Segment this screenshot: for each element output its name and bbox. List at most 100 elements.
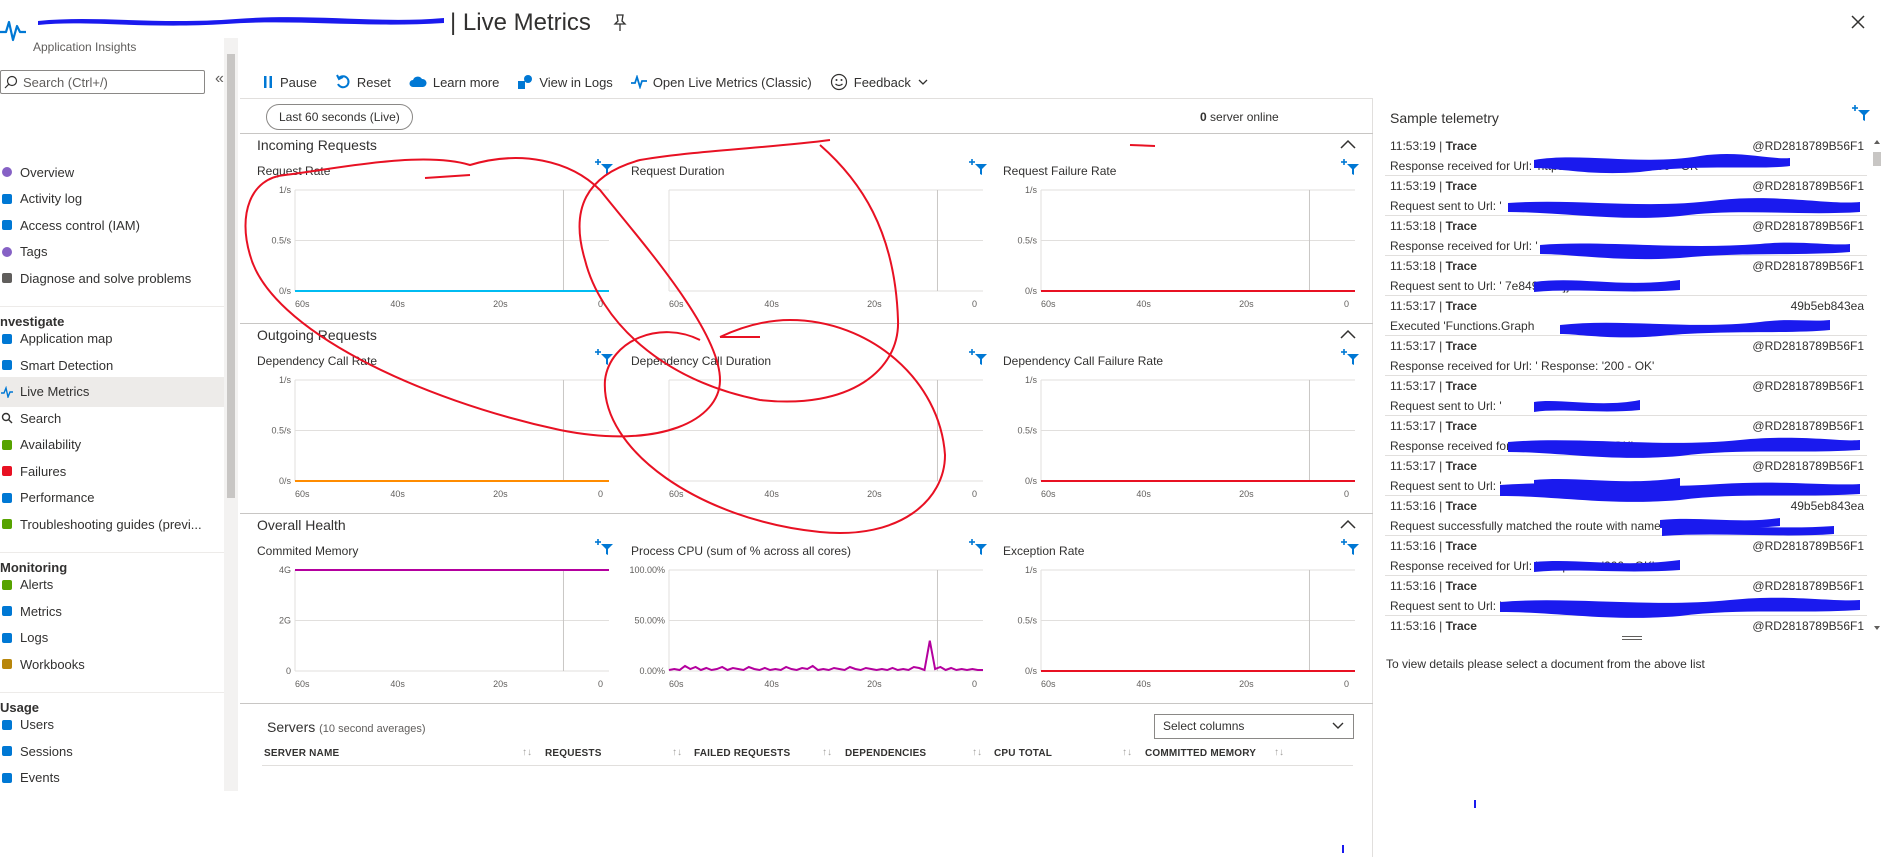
menu-item-application-map[interactable]: Application map — [0, 324, 224, 354]
filter-icon[interactable] — [1341, 348, 1361, 366]
telemetry-resize-handle[interactable] — [1622, 636, 1642, 640]
select-columns-dropdown[interactable]: Select columns — [1154, 714, 1354, 739]
section-incoming-requests: Incoming Requests — [257, 137, 377, 153]
column-header-dependencies[interactable]: DEPENDENCIES — [845, 748, 926, 759]
telemetry-item[interactable]: 11:53:19 | Trace @RD2818789B56F1 Response … — [1385, 136, 1867, 176]
menu-scrollbar-thumb[interactable] — [227, 54, 235, 498]
telemetry-scrollbar-thumb[interactable] — [1873, 152, 1881, 166]
menu-item-troubleshooting-guides-previ[interactable]: Troubleshooting guides (previ... — [0, 509, 224, 539]
menu-item-access-control-iam[interactable]: Access control (IAM) — [0, 210, 224, 240]
sort-arrows-icon[interactable]: ↑↓ — [672, 747, 682, 758]
sort-arrows-icon[interactable]: ↑↓ — [1274, 747, 1284, 758]
telemetry-server: @RD2818789B56F1 — [1752, 419, 1864, 433]
telemetry-item[interactable]: 11:53:19 | Trace @RD2818789B56F1 Request s… — [1385, 176, 1867, 216]
telemetry-item[interactable]: 11:53:16 | Trace @RD2818789B56F1 — [1385, 616, 1867, 636]
chart-y-tick: 1/s — [279, 375, 292, 385]
telemetry-type: Trace — [1445, 219, 1477, 233]
filter-icon[interactable] — [595, 538, 615, 556]
sort-arrows-icon[interactable]: ↑↓ — [822, 747, 832, 758]
scroll-up-icon[interactable] — [1870, 136, 1884, 148]
telemetry-type: Trace — [1445, 579, 1477, 593]
menu-item-sessions[interactable]: Sessions — [0, 736, 224, 766]
collapse-menu-icon[interactable]: « — [215, 70, 224, 88]
telemetry-item[interactable]: 11:53:17 | Trace 49b5eb843ea Executed 'Fun… — [1385, 296, 1867, 336]
menu-item-performance[interactable]: Performance — [0, 483, 224, 513]
telemetry-item[interactable]: 11:53:16 | Trace @RD2818789B56F1 Request s… — [1385, 576, 1867, 616]
telemetry-time-value: 11:53:17 — [1390, 339, 1436, 353]
menu-item-events[interactable]: Events — [0, 763, 224, 793]
filter-icon[interactable] — [1341, 158, 1361, 176]
collapse-outgoing-chevron-icon[interactable] — [1339, 328, 1357, 340]
menu-search-input[interactable]: Search (Ctrl+/) — [0, 70, 205, 94]
filter-icon[interactable] — [1341, 538, 1361, 556]
telemetry-time: 11:53:18 | Trace — [1390, 259, 1477, 273]
chart-y-tick: 1/s — [1025, 375, 1038, 385]
chart-x-tick: 60s — [669, 299, 684, 309]
menu-item-availability[interactable]: Availability — [0, 430, 224, 460]
learn-more-button[interactable]: Learn more — [409, 75, 499, 90]
telemetry-item[interactable]: 11:53:17 | Trace @RD2818789B56F1 Request s… — [1385, 376, 1867, 416]
open-live-metrics-classic-button[interactable]: Open Live Metrics (Classic) — [630, 75, 812, 90]
telemetry-item[interactable]: 11:53:16 | Trace @RD2818789B56F1 Response … — [1385, 536, 1867, 576]
filter-icon[interactable] — [595, 158, 615, 176]
menu-item-workbooks[interactable]: Workbooks — [0, 649, 224, 679]
sort-arrows-icon[interactable]: ↑↓ — [972, 747, 982, 758]
menu-separator — [0, 691, 224, 693]
scroll-down-icon[interactable] — [1870, 622, 1884, 634]
telemetry-server: @RD2818789B56F1 — [1752, 339, 1864, 353]
telemetry-scrollbar[interactable] — [1870, 136, 1884, 636]
chart-x-tick: 20s — [867, 489, 882, 499]
column-header-server-name[interactable]: SERVER NAME — [264, 748, 339, 759]
menu-item-logs[interactable]: Logs — [0, 623, 224, 653]
menu-scrollbar[interactable] — [224, 38, 238, 791]
filter-icon[interactable] — [969, 158, 989, 176]
menu-item-smart-detection[interactable]: Smart Detection — [0, 350, 224, 380]
time-range-pill[interactable]: Last 60 seconds (Live) — [266, 104, 413, 130]
menu-item-failures[interactable]: Failures — [0, 456, 224, 486]
column-header-cpu-total[interactable]: CPU TOTAL — [994, 748, 1052, 759]
menu-item-alerts[interactable]: Alerts — [0, 570, 224, 600]
telemetry-time: 11:53:16 | Trace — [1390, 539, 1477, 553]
live-metrics-logo-icon — [0, 20, 26, 42]
servers-title: Servers (10 second averages) — [267, 719, 426, 735]
telemetry-item[interactable]: 11:53:16 | Trace 49b5eb843ea Request succe… — [1385, 496, 1867, 536]
collapse-health-chevron-icon[interactable] — [1339, 518, 1357, 530]
reset-button[interactable]: Reset — [335, 74, 391, 90]
menu-item-users[interactable]: Users — [0, 710, 224, 740]
column-header-requests[interactable]: REQUESTS — [545, 748, 602, 759]
menu-item-activity-log[interactable]: Activity log — [0, 184, 224, 214]
menu-item-overview[interactable]: Overview — [0, 157, 224, 187]
menu-item-tags[interactable]: Tags — [0, 237, 224, 267]
chart-x-tick: 0 — [1344, 299, 1349, 309]
close-icon[interactable] — [1848, 12, 1868, 32]
column-header-committed-memory[interactable]: COMMITTED MEMORY — [1145, 748, 1256, 759]
menu-item-label: Logs — [20, 630, 49, 645]
view-in-logs-button[interactable]: View in Logs — [517, 74, 613, 90]
filter-icon[interactable] — [969, 348, 989, 366]
feedback-button[interactable]: Feedback — [830, 73, 935, 91]
menu-item-live-metrics[interactable]: Live Metrics — [0, 376, 224, 407]
sort-arrows-icon[interactable]: ↑↓ — [1122, 747, 1132, 758]
live-metrics-pulse-icon — [630, 75, 647, 89]
filter-icon[interactable] — [969, 538, 989, 556]
telemetry-type: Trace — [1445, 299, 1477, 313]
menu-item-search[interactable]: Search — [0, 403, 224, 433]
chart-plot: 100.00% 50.00% 0.00% 60s 40s 20s 0 — [629, 565, 983, 689]
collapse-incoming-chevron-icon[interactable] — [1339, 138, 1357, 150]
sort-arrows-icon[interactable]: ↑↓ — [522, 747, 532, 758]
telemetry-item[interactable]: 11:53:17 | Trace @RD2818789B56F1 Request s… — [1385, 456, 1867, 496]
pin-icon[interactable] — [611, 13, 629, 33]
telemetry-item[interactable]: 11:53:18 | Trace @RD2818789B56F1 Response … — [1385, 216, 1867, 256]
telemetry-list[interactable]: 11:53:19 | Trace @RD2818789B56F1 Response … — [1385, 136, 1871, 636]
chart-x-tick: 20s — [1239, 489, 1254, 499]
column-header-failed-requests[interactable]: FAILED REQUESTS — [694, 748, 790, 759]
telemetry-item[interactable]: 11:53:17 | Trace @RD2818789B56F1 Response … — [1385, 416, 1867, 456]
filter-icon[interactable] — [595, 348, 615, 366]
filter-icon[interactable] — [1852, 104, 1872, 122]
telemetry-item[interactable]: 11:53:18 | Trace @RD2818789B56F1 Request s… — [1385, 256, 1867, 296]
menu-item-diagnose-and-solve-problems[interactable]: Diagnose and solve problems — [0, 263, 224, 293]
telemetry-item[interactable]: 11:53:17 | Trace @RD2818789B56F1 Response … — [1385, 336, 1867, 376]
menu-item-metrics[interactable]: Metrics — [0, 596, 224, 626]
pause-button[interactable]: Pause — [262, 75, 317, 90]
tag-icon — [0, 245, 14, 259]
